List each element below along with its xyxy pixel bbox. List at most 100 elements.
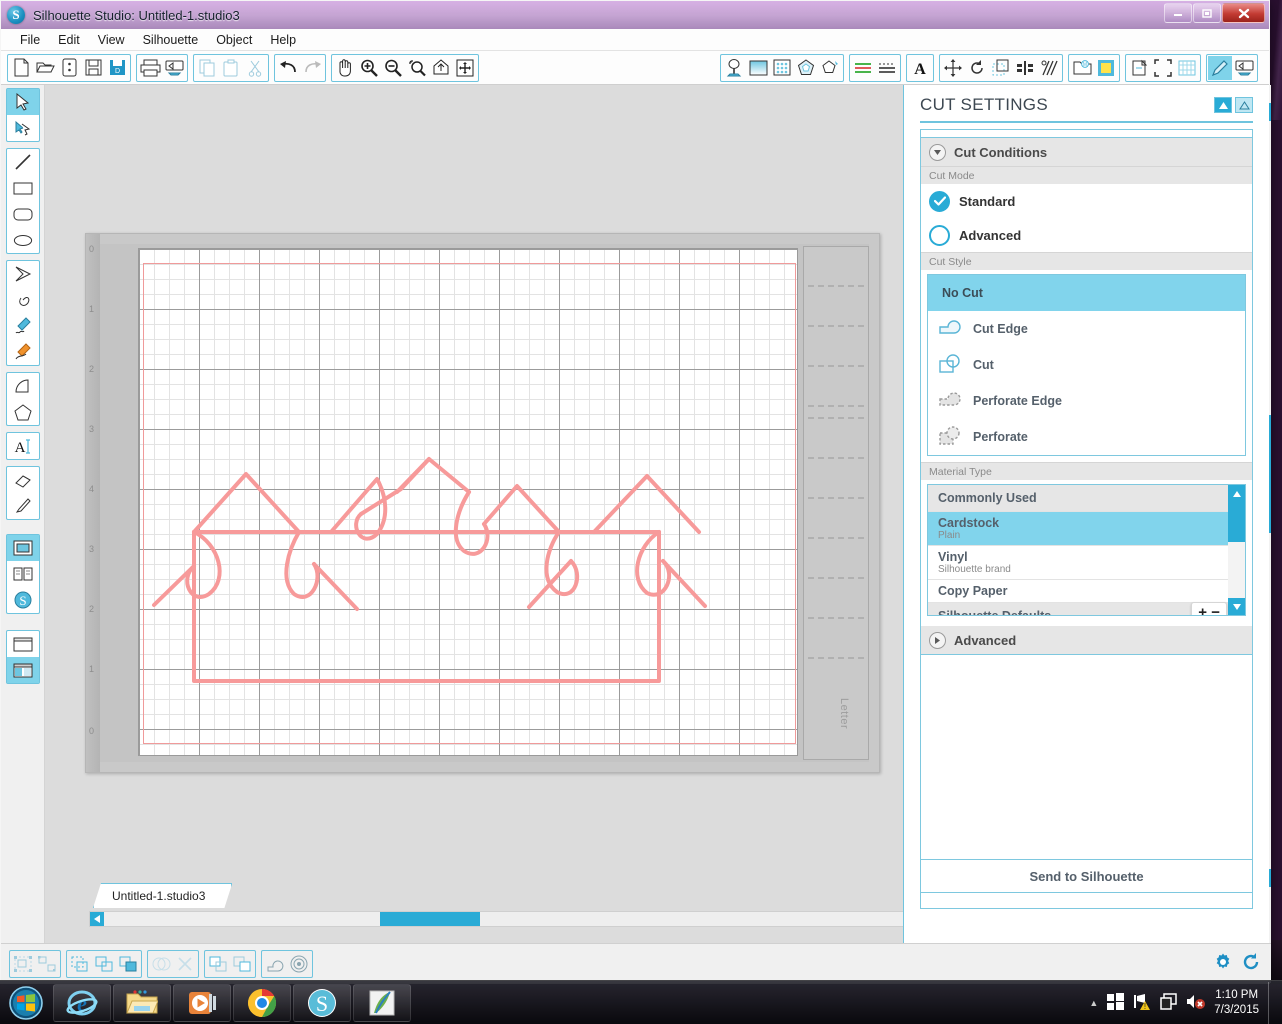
menu-silhouette[interactable]: Silhouette <box>134 31 208 49</box>
windows-update-icon[interactable] <box>1107 993 1125 1013</box>
print-setup-icon[interactable] <box>162 56 186 80</box>
line-color-icon[interactable] <box>851 56 875 80</box>
new-document-icon[interactable] <box>9 56 33 80</box>
trace-icon[interactable] <box>818 56 842 80</box>
chevron-right-icon[interactable] <box>929 631 946 649</box>
menu-help[interactable]: Help <box>261 31 305 49</box>
fit-to-page-icon[interactable] <box>429 56 453 80</box>
material-item-copy-paper[interactable]: Copy Paper <box>928 580 1245 603</box>
menu-file[interactable]: File <box>11 31 49 49</box>
rotate-icon[interactable] <box>965 56 989 80</box>
regular-polygon-tool-icon[interactable] <box>7 399 39 425</box>
offset-icon[interactable] <box>263 952 287 976</box>
bring-to-front-icon[interactable] <box>116 952 140 976</box>
print-icon[interactable] <box>138 56 162 80</box>
edit-points-icon[interactable] <box>7 115 39 141</box>
pen-holder-icon[interactable] <box>1208 55 1232 80</box>
cut-style-option-no-cut[interactable]: No Cut <box>928 275 1245 311</box>
freehand-tool-icon[interactable] <box>7 313 39 339</box>
material-scroll-up-button[interactable] <box>1228 485 1245 502</box>
send-to-silhouette-button[interactable]: Send to Silhouette <box>920 859 1253 893</box>
minimize-button[interactable] <box>1164 3 1192 23</box>
chevron-down-icon[interactable] <box>929 143 946 161</box>
ellipse-tool-icon[interactable] <box>7 227 39 253</box>
material-add-button[interactable]: + <box>1198 604 1207 615</box>
split-view-icon[interactable] <box>6 657 39 683</box>
single-view-icon[interactable] <box>7 631 39 657</box>
material-item-vinyl[interactable]: Vinyl Silhouette brand <box>928 546 1245 580</box>
material-remove-button[interactable]: − <box>1211 604 1220 615</box>
horizontal-scroll-thumb[interactable] <box>380 912 480 926</box>
text-tool-icon[interactable]: A <box>7 433 39 459</box>
rectangle-tool-icon[interactable] <box>7 175 39 201</box>
windows-explorer-icon[interactable] <box>113 983 171 1022</box>
pan-hand-icon[interactable] <box>333 56 357 80</box>
scroll-left-button[interactable] <box>90 912 104 926</box>
bring-forward-icon[interactable] <box>230 952 254 976</box>
cut-conditions-header[interactable]: Cut Conditions <box>921 138 1252 166</box>
volume-muted-icon[interactable] <box>1186 993 1206 1013</box>
send-to-silhouette-icon[interactable] <box>1232 56 1256 80</box>
google-chrome-icon[interactable] <box>233 983 291 1022</box>
new-from-library-icon[interactable] <box>57 56 81 80</box>
redo-icon[interactable] <box>300 56 324 80</box>
expand-panel-button[interactable] <box>1235 97 1253 113</box>
open-folder-icon[interactable] <box>33 56 57 80</box>
save-as-icon[interactable]: D <box>105 56 129 80</box>
material-group-commonly-used[interactable]: Commonly Used <box>928 485 1245 512</box>
ungroup-icon[interactable] <box>35 952 59 976</box>
internet-explorer-icon[interactable]: e <box>53 983 111 1022</box>
cut-mode-option-advanced[interactable]: Advanced <box>921 218 1252 252</box>
document-page[interactable] <box>138 248 798 756</box>
detach-icon[interactable] <box>173 952 197 976</box>
library-book-icon[interactable] <box>7 561 39 587</box>
advanced-section-header[interactable]: Advanced <box>921 626 1252 654</box>
cutting-mat[interactable]: Letter 0 1 2 3 4 3 2 1 0 <box>85 233 880 773</box>
line-style-icon[interactable] <box>875 56 899 80</box>
material-type-list[interactable]: Commonly Used Cardstock Plain Vinyl Silh… <box>927 484 1246 616</box>
maximize-button[interactable] <box>1193 3 1221 23</box>
arc-tool-icon[interactable] <box>7 373 39 399</box>
material-scroll-down-button[interactable] <box>1228 598 1245 615</box>
fit-to-window-icon[interactable] <box>453 56 477 80</box>
my-library-icon[interactable]: M <box>1070 56 1094 80</box>
display-icon[interactable] <box>1160 993 1177 1013</box>
show-desktop-button[interactable] <box>1268 982 1278 1024</box>
polygon-tool-icon[interactable] <box>7 261 39 287</box>
silhouette-store-icon[interactable]: S <box>7 587 39 613</box>
menu-view[interactable]: View <box>89 31 134 49</box>
title-bar[interactable]: S Silhouette Studio: Untitled-1.studio3 <box>1 1 1269 29</box>
radio-checked-icon[interactable] <box>929 190 950 212</box>
knife-tool-icon[interactable] <box>7 493 39 519</box>
menu-object[interactable]: Object <box>207 31 261 49</box>
sync-refresh-icon[interactable] <box>1241 952 1261 975</box>
start-orb[interactable] <box>1 984 51 1022</box>
send-backward-icon[interactable] <box>206 952 230 976</box>
fit-page-icon[interactable] <box>1151 56 1175 80</box>
cut-mode-option-standard[interactable]: Standard <box>921 184 1252 218</box>
cutting-mat-icon[interactable] <box>770 56 794 80</box>
save-icon[interactable] <box>81 56 105 80</box>
page-flip-icon[interactable] <box>1127 56 1151 80</box>
smooth-freehand-tool-icon[interactable] <box>7 339 39 365</box>
settings-gear-icon[interactable] <box>1213 952 1233 975</box>
cut-style-option-perforate[interactable]: Perforate <box>928 419 1245 455</box>
close-button[interactable] <box>1222 3 1265 23</box>
zoom-out-icon[interactable] <box>381 56 405 80</box>
notepad-plus-icon[interactable] <box>353 983 411 1022</box>
cut-style-option-cut-edge[interactable]: Cut Edge <box>928 311 1245 347</box>
taskbar-clock[interactable]: 1:10 PM 7/3/2015 <box>1214 988 1259 1018</box>
document-tab[interactable]: Untitled-1.studio3 <box>93 883 232 908</box>
line-tool-icon[interactable] <box>7 149 39 175</box>
fill-gradient-icon[interactable] <box>746 56 770 80</box>
copy-icon[interactable] <box>195 56 219 80</box>
registration-marks-icon[interactable] <box>794 56 818 80</box>
material-item-cardstock[interactable]: Cardstock Plain <box>928 512 1245 546</box>
cut-style-option-cut[interactable]: Cut <box>928 347 1245 383</box>
paste-icon[interactable] <box>219 56 243 80</box>
replicate-icon[interactable] <box>1037 56 1061 80</box>
zoom-in-icon[interactable] <box>357 56 381 80</box>
rounded-rectangle-tool-icon[interactable] <box>7 201 39 227</box>
move-icon[interactable] <box>941 56 965 80</box>
page-setup-icon[interactable] <box>722 56 746 80</box>
